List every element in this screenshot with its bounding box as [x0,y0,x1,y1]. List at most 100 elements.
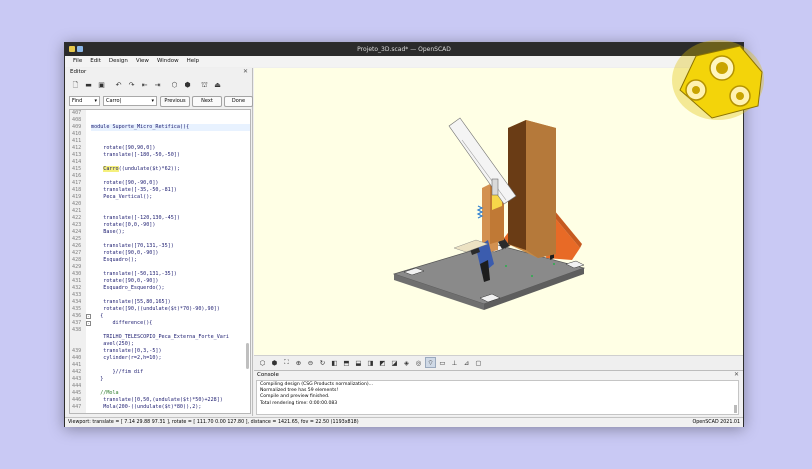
code-line[interactable]: 422 translate([-120,130,-45]) [70,215,250,222]
find-mode-select[interactable]: Find ▾ [69,96,100,106]
perspective-icon[interactable]: ⌔ [425,357,436,368]
close-icon[interactable]: ✕ [734,371,739,378]
openscad-app-icon [69,46,75,52]
export-stl-icon[interactable]: ⛫ [199,80,210,91]
code-line[interactable]: 439 translate([0,3,-5]) [70,348,250,355]
open-file-icon[interactable]: ▬ [83,80,94,91]
code-line[interactable]: 429 [70,264,250,271]
line-number: 420 [72,201,82,207]
code-line[interactable]: 438 [70,327,250,334]
code-line[interactable]: 427 rotate([90,0,-90]) [70,250,250,257]
find-mode-value: Find [72,98,83,104]
view-right-icon[interactable]: ◧ [329,357,340,368]
view-left-icon[interactable]: ◨ [365,357,376,368]
zoom-in-icon[interactable]: ⊕ [293,357,304,368]
code-line[interactable]: 407 [70,110,250,117]
view-all-icon[interactable]: ⛶ [281,357,292,368]
orthogonal-icon[interactable]: ▭ [437,357,448,368]
code-line[interactable]: 432 Esquadro_Esquerdo(); [70,285,250,292]
view-back-icon[interactable]: ◪ [389,357,400,368]
console-output: Compiling design (CSG Products normaliza… [256,380,739,415]
preview-icon[interactable]: ⬡ [169,80,180,91]
menu-edit[interactable]: Edit [86,56,105,67]
code-line[interactable]: 421 [70,208,250,215]
redo-icon[interactable]: ↷ [126,80,137,91]
view-bottom-icon[interactable]: ⬓ [353,357,364,368]
code-line[interactable]: 423 rotate([0,0,-90]) [70,222,250,229]
line-number: 445 [72,390,82,396]
previous-button[interactable]: Previous [160,96,190,107]
code-line[interactable]: 424 Base(); [70,229,250,236]
view-diagonal-icon[interactable]: ◈ [401,357,412,368]
editor-scrollbar[interactable] [246,343,249,369]
done-button[interactable]: Done [224,96,253,107]
view-front-icon[interactable]: ◩ [377,357,388,368]
menu-view[interactable]: View [132,56,153,67]
code-line[interactable]: 444 [70,383,250,390]
code-line[interactable]: 416 [70,173,250,180]
code-line[interactable]: 445 //Mola [70,390,250,397]
code-line[interactable]: avel(250); [70,341,250,348]
zoom-out-icon[interactable]: ⊖ [305,357,316,368]
menu-file[interactable]: File [69,56,86,67]
code-line[interactable]: 447 Mola(200-((undulate($t)*80)),2); [70,404,250,411]
close-icon[interactable]: ✕ [243,68,248,75]
code-line[interactable]: 420 [70,201,250,208]
reset-view-icon[interactable]: ↻ [317,357,328,368]
new-file-icon[interactable]: 🗋 [70,80,81,91]
code-line[interactable]: 443 } [70,376,250,383]
code-line[interactable]: 436- { [70,313,250,320]
unindent-icon[interactable]: ⇤ [139,80,150,91]
code-line[interactable]: 431 rotate([90,0,-90]) [70,278,250,285]
save-file-icon[interactable]: ▣ [96,80,107,91]
code-editor[interactable]: 407 408 409 module Suporte_Micro_Retifica()… [69,109,251,414]
next-button[interactable]: Next [192,96,222,107]
menu-window[interactable]: Window [153,56,183,67]
menu-design[interactable]: Design [105,56,132,67]
undo-icon[interactable]: ↶ [113,80,124,91]
view-top-icon[interactable]: ⬒ [341,357,352,368]
code-line[interactable]: 412 rotate([90,90,0]) [70,145,250,152]
line-number: 426 [72,243,82,249]
preview-icon[interactable]: ⬡ [257,357,268,368]
view-center-icon[interactable]: ◎ [413,357,424,368]
code-line[interactable]: 411 [70,138,250,145]
code-line[interactable]: 433 [70,292,250,299]
code-line[interactable]: 417 rotate([90,-90,0]) [70,180,250,187]
code-line[interactable]: 437- difference(){ [70,320,250,327]
code-line[interactable]: 413 translate([-180,-50,-50]) [70,152,250,159]
code-line[interactable]: 414 [70,159,250,166]
show-scale-icon[interactable]: ⊿ [461,357,472,368]
code-line[interactable]: 415 Carro((undulate($t)*62)); [70,166,250,173]
send-to-print-icon[interactable]: ⏏ [212,80,223,91]
code-line[interactable]: 408 [70,117,250,124]
code-line[interactable]: 446 translate([0,50,(undulate($t)*50)+22… [70,397,250,404]
line-number: 428 [72,257,82,263]
code-line[interactable]: 419 Peca_Vertical(); [70,194,250,201]
code-line[interactable]: 440 cylinder(r=2,h=10); [70,355,250,362]
code-line[interactable]: 425 [70,236,250,243]
console-scrollbar[interactable] [734,405,737,413]
line-number: 433 [72,292,82,298]
code-line[interactable]: 435 rotate([90,((undulate($t)*70)-90),90… [70,306,250,313]
code-line[interactable]: 441 [70,362,250,369]
code-line[interactable]: 426 translate([70,131,-35]) [70,243,250,250]
show-axes-icon[interactable]: ⊥ [449,357,460,368]
indent-icon[interactable]: ⇥ [152,80,163,91]
code-line[interactable]: TRILHO_TELESCOPIO_Peca_Externa_Forte_Var… [70,334,250,341]
code-line[interactable]: 409 module Suporte_Micro_Retifica(){ [70,124,250,131]
code-line[interactable]: 434 translate([55,80,165]) [70,299,250,306]
menu-bar: File Edit Design View Window Help [65,56,743,67]
code-line[interactable]: 410 [70,131,250,138]
menu-help[interactable]: Help [183,56,204,67]
render-icon[interactable]: ⬢ [182,80,193,91]
app-icons [69,46,83,52]
pin-icon[interactable] [77,46,83,52]
code-line[interactable]: 430 translate([-50,131,-35]) [70,271,250,278]
show-edges-icon[interactable]: ▢ [473,357,484,368]
find-input[interactable]: Carro| ▾ [103,96,157,106]
code-line[interactable]: 442 }//fim dif [70,369,250,376]
code-line[interactable]: 428 Esquadro(); [70,257,250,264]
code-line[interactable]: 418 translate([-35,-50,-81]) [70,187,250,194]
render-icon[interactable]: ⬢ [269,357,280,368]
